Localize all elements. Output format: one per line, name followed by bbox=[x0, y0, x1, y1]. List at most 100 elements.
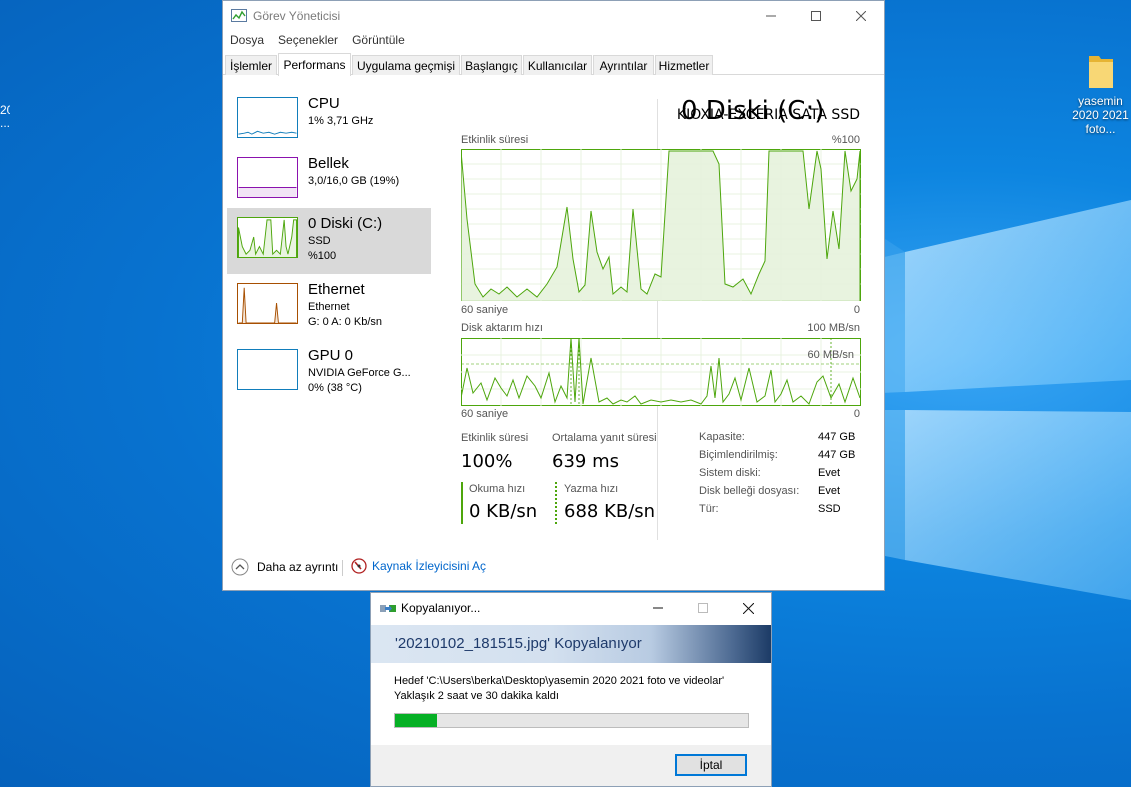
activity-graph-max: %100 bbox=[831, 134, 860, 146]
sidebar-memory-label: Bellek bbox=[308, 155, 349, 172]
folder-icon bbox=[1088, 56, 1113, 88]
transfer-graph-inner-scale: 60 MB/sn bbox=[807, 349, 854, 361]
sidebar-memory-value: 3,0/16,0 GB (19%) bbox=[308, 175, 400, 187]
copy-dialog-title: Kopyalanıyor... bbox=[401, 601, 481, 615]
sidebar-ethernet-label: Ethernet bbox=[308, 281, 365, 298]
copy-dialog-footer: İptal bbox=[371, 745, 771, 786]
capacity-value: 447 GB bbox=[818, 431, 856, 443]
system-disk-label: Sistem diski: bbox=[699, 467, 761, 479]
desktop-folder-label: yasemin 2020 2021 foto... bbox=[1072, 94, 1129, 136]
disk-model: KIOXIA-EXCERIA SATA SSD bbox=[676, 107, 860, 123]
active-time-label: Etkinlik süresi bbox=[461, 432, 529, 444]
page-file-label: Disk belleği dosyası: bbox=[699, 485, 800, 497]
tab-processes[interactable]: İşlemler bbox=[225, 55, 277, 75]
tab-app-history[interactable]: Uygulama geçmişi bbox=[352, 55, 460, 75]
read-speed-indicator bbox=[461, 482, 463, 524]
close-icon bbox=[742, 602, 754, 614]
copy-time-remaining: Yaklaşık 2 saat ve 30 dakika kaldı bbox=[394, 690, 559, 702]
activity-graph-label: Etkinlik süresi bbox=[461, 134, 529, 146]
response-time-label: Ortalama yanıt süresi bbox=[552, 432, 657, 444]
tab-bar: İşlemler Performans Uygulama geçmişi Baş… bbox=[223, 53, 884, 76]
resource-monitor-label: Kaynak İzleyicisini Aç bbox=[372, 559, 487, 573]
task-manager-titlebar[interactable]: Görev Yöneticisi bbox=[223, 1, 884, 31]
menu-view[interactable]: Görüntüle bbox=[345, 33, 412, 51]
copy-file-heading: '20210102_181515.jpg' Kopyalanıyor bbox=[395, 635, 642, 652]
copy-progress-fill bbox=[395, 714, 438, 727]
read-speed-label: Okuma hızı bbox=[469, 483, 526, 495]
sidebar-item-memory[interactable]: Bellek 3,0/16,0 GB (19%) bbox=[227, 148, 431, 214]
window-title: Görev Yöneticisi bbox=[253, 9, 341, 23]
sidebar-gpu-value: 0% (38 °C) bbox=[308, 382, 362, 394]
copy-dialog-header: '20210102_181515.jpg' Kopyalanıyor bbox=[371, 625, 771, 663]
desktop-partial-label[interactable]: 20 ... bbox=[0, 104, 10, 130]
sidebar-gpu-model: NVIDIA GeForce G... bbox=[308, 367, 411, 379]
desktop-folder-icon[interactable]: yasemin 2020 2021 foto... bbox=[1070, 52, 1131, 136]
task-manager-window: Görev Yöneticisi Dosya Seçenekler Görünt… bbox=[222, 0, 885, 591]
cpu-mini-graph bbox=[237, 97, 298, 138]
sidebar-cpu-label: CPU bbox=[308, 95, 340, 112]
close-button[interactable] bbox=[838, 1, 884, 31]
sidebar-cpu-value: 1% 3,71 GHz bbox=[308, 115, 374, 127]
disk-mini-graph bbox=[237, 217, 298, 258]
copy-progress-bar bbox=[394, 713, 749, 728]
transfer-graph-max: 100 MB/sn bbox=[807, 322, 860, 334]
maximize-icon bbox=[811, 11, 821, 21]
chevron-up-circle-icon bbox=[231, 558, 249, 576]
formatted-value: 447 GB bbox=[818, 449, 856, 461]
sidebar-disk-label: 0 Diski (C:) bbox=[308, 215, 383, 232]
maximize-icon bbox=[698, 603, 708, 613]
sidebar-disk-type: SSD bbox=[308, 235, 331, 247]
copy-dialog-window: Kopyalanıyor... '20210102_181515.jpg' Ko… bbox=[370, 592, 772, 787]
fewer-details-button[interactable]: Daha az ayrıntı bbox=[231, 558, 338, 576]
close-icon bbox=[856, 11, 866, 21]
system-disk-value: Evet bbox=[818, 467, 841, 479]
footer-divider bbox=[342, 560, 343, 576]
write-speed-value: 688 KB/sn bbox=[564, 501, 656, 522]
activity-graph-time: 60 saniye bbox=[461, 304, 509, 316]
menu-file[interactable]: Dosya bbox=[223, 33, 271, 51]
formatted-label: Biçimlendirilmiş: bbox=[699, 449, 778, 461]
cancel-button[interactable]: İptal bbox=[675, 754, 747, 776]
memory-mini-graph bbox=[237, 157, 298, 198]
resource-monitor-icon bbox=[351, 558, 367, 574]
transfer-graph-time: 60 saniye bbox=[461, 408, 509, 420]
write-speed-label: Yazma hızı bbox=[564, 483, 619, 495]
copy-progress-icon bbox=[380, 605, 396, 612]
menu-bar: Dosya Seçenekler Görüntüle bbox=[223, 33, 412, 51]
open-resource-monitor-link[interactable]: Kaynak İzleyicisini Aç bbox=[351, 558, 486, 574]
copy-destination: Hedef 'C:\Users\berka\Desktop\yasemin 20… bbox=[394, 675, 725, 687]
copy-dialog-titlebar[interactable]: Kopyalanıyor... bbox=[371, 593, 771, 623]
copy-close-button[interactable] bbox=[725, 593, 771, 623]
tab-performance[interactable]: Performans bbox=[278, 53, 351, 76]
active-time-value: 100% bbox=[461, 451, 513, 472]
copy-minimize-button[interactable] bbox=[635, 593, 681, 623]
transfer-graph-zero: 0 bbox=[853, 408, 860, 420]
sidebar-item-gpu[interactable]: GPU 0 NVIDIA GeForce G... 0% (38 °C) bbox=[227, 340, 431, 406]
copy-maximize-button bbox=[680, 593, 726, 623]
page-file-value: Evet bbox=[818, 485, 841, 497]
menu-options[interactable]: Seçenekler bbox=[271, 33, 345, 51]
sidebar-ethernet-adapter: Ethernet bbox=[308, 301, 350, 313]
tab-startup[interactable]: Başlangıç bbox=[461, 55, 522, 75]
activity-graph-zero: 0 bbox=[853, 304, 860, 316]
minimize-button[interactable] bbox=[748, 1, 794, 31]
sidebar-gpu-label: GPU 0 bbox=[308, 347, 354, 364]
minimize-icon bbox=[653, 607, 663, 609]
tab-details[interactable]: Ayrıntılar bbox=[593, 55, 654, 75]
capacity-label: Kapasite: bbox=[699, 431, 745, 443]
activity-time-graph bbox=[461, 149, 861, 301]
sidebar-item-ethernet[interactable]: Ethernet Ethernet G: 0 A: 0 Kb/sn bbox=[227, 274, 431, 340]
minimize-icon bbox=[766, 15, 776, 17]
tab-services[interactable]: Hizmetler bbox=[655, 55, 713, 75]
response-time-value: 639 ms bbox=[552, 451, 619, 472]
tab-users[interactable]: Kullanıcılar bbox=[523, 55, 592, 75]
sidebar-item-disk0[interactable]: 0 Diski (C:) SSD %100 bbox=[227, 208, 431, 274]
write-speed-indicator bbox=[555, 482, 557, 524]
sidebar-item-cpu[interactable]: CPU 1% 3,71 GHz bbox=[227, 88, 431, 154]
read-speed-value: 0 KB/sn bbox=[469, 501, 538, 522]
type-value: SSD bbox=[818, 503, 841, 515]
transfer-rate-graph bbox=[461, 338, 861, 406]
maximize-button[interactable] bbox=[793, 1, 839, 31]
sidebar-ethernet-value: G: 0 A: 0 Kb/sn bbox=[308, 316, 382, 328]
fewer-details-label: Daha az ayrıntı bbox=[257, 560, 339, 574]
